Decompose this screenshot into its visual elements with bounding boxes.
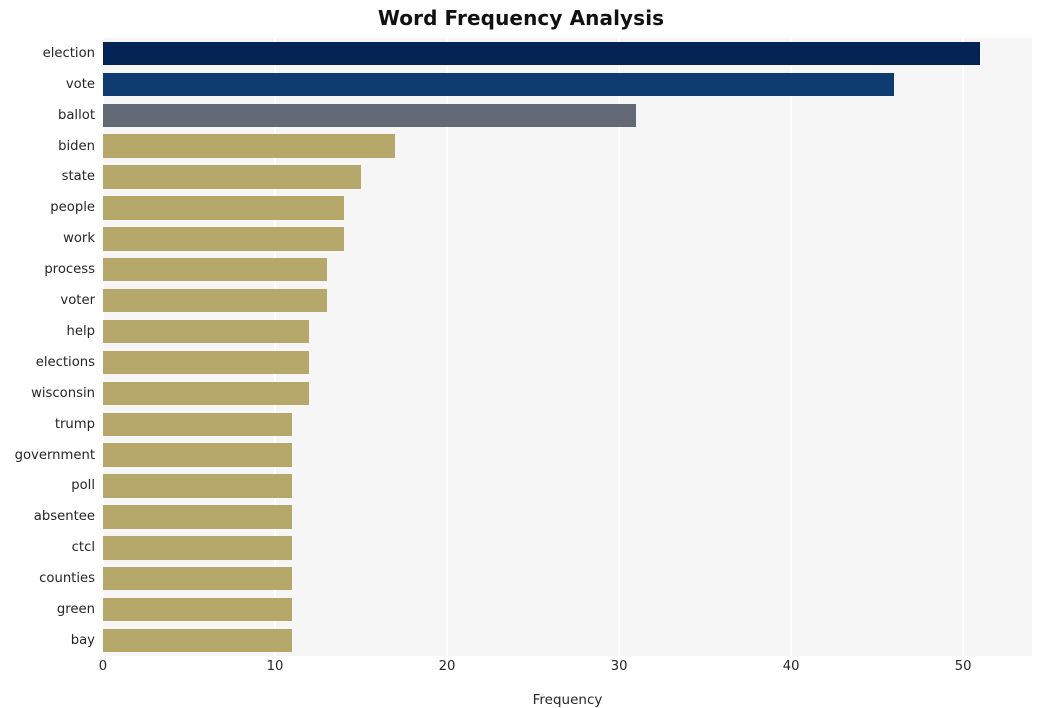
bar-wisconsin — [103, 381, 310, 406]
bar-government — [103, 443, 293, 467]
x-tick-label-0: 0 — [98, 659, 108, 674]
bar-row — [103, 474, 1032, 498]
y-tick-label-help: help — [66, 323, 95, 339]
bar-row — [103, 628, 1032, 653]
bar-row — [103, 258, 1032, 282]
bar-elections — [103, 350, 310, 375]
bar-absentee — [103, 505, 293, 529]
bar-row — [103, 196, 1032, 220]
y-tick-label-vote: vote — [65, 76, 95, 92]
bar-row — [103, 134, 1032, 158]
bar-row — [103, 350, 1032, 375]
y-tick-label-government: government — [14, 447, 95, 463]
y-tick-label-ctcl: ctcl — [71, 540, 95, 556]
bar-ctcl — [103, 536, 293, 560]
y-tick-label-biden: biden — [58, 138, 95, 154]
bar-process — [103, 258, 327, 282]
x-axis-label: Frequency — [532, 692, 603, 708]
plot-area — [103, 38, 1032, 656]
bar-ballot — [103, 103, 637, 127]
bar-work — [103, 227, 344, 251]
bar-row — [103, 72, 1032, 97]
y-tick-label-ballot: ballot — [57, 107, 95, 123]
y-tick-label-voter: voter — [60, 293, 95, 309]
bar-biden — [103, 134, 396, 158]
y-tick-label-work: work — [63, 231, 95, 247]
bar-row — [103, 505, 1032, 529]
y-tick-label-trump: trump — [54, 416, 95, 432]
bar-state — [103, 165, 362, 189]
y-tick-label-state: state — [61, 169, 95, 185]
x-tick-label-10: 10 — [266, 659, 284, 674]
y-tick-label-wisconsin: wisconsin — [31, 385, 95, 401]
bar-voter — [103, 288, 327, 313]
bar-row — [103, 41, 1032, 66]
bar-row — [103, 227, 1032, 251]
bar-row — [103, 567, 1032, 591]
x-tick-label-30: 30 — [610, 659, 628, 674]
bar-series — [103, 38, 1032, 656]
bar-row — [103, 597, 1032, 622]
x-tick-label-50: 50 — [954, 659, 972, 674]
y-tick-label-bay: bay — [70, 632, 95, 648]
bar-row — [103, 288, 1032, 313]
y-tick-label-green: green — [56, 602, 95, 618]
bar-row — [103, 319, 1032, 344]
y-tick-label-process: process — [44, 262, 95, 278]
y-tick-label-elections: elections — [35, 354, 95, 370]
bar-election — [103, 41, 981, 66]
x-tick-label-40: 40 — [782, 659, 800, 674]
x-axis: Frequency 0 10 20 30 40 50 — [0, 656, 1042, 708]
bar-row — [103, 103, 1032, 127]
y-tick-label-poll: poll — [71, 478, 95, 494]
y-tick-label-counties: counties — [39, 571, 95, 587]
bar-counties — [103, 567, 293, 591]
bar-poll — [103, 474, 293, 498]
bar-row — [103, 381, 1032, 406]
bar-bay — [103, 628, 293, 653]
bar-people — [103, 196, 344, 220]
bar-row — [103, 536, 1032, 560]
bar-row — [103, 412, 1032, 436]
bar-trump — [103, 412, 293, 436]
bar-green — [103, 597, 293, 622]
bar-vote — [103, 72, 895, 97]
y-tick-label-election: election — [42, 45, 95, 61]
word-frequency-chart: Word Frequency Analysis election vote ball… — [0, 0, 1042, 708]
bar-row — [103, 165, 1032, 189]
bar-help — [103, 319, 310, 344]
x-tick-label-20: 20 — [438, 659, 456, 674]
y-axis: election vote ballot biden state people work pr… — [0, 38, 95, 656]
bar-row — [103, 443, 1032, 467]
y-tick-label-absentee: absentee — [33, 509, 95, 525]
chart-title: Word Frequency Analysis — [377, 6, 665, 30]
y-tick-label-people: people — [50, 200, 95, 216]
